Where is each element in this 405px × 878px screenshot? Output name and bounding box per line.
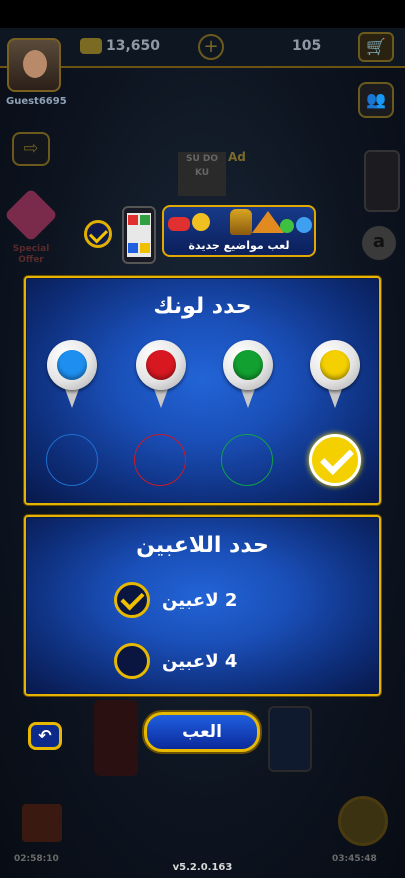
coin-count: 13,650 [106, 38, 161, 54]
pharaoh-icon [230, 209, 252, 235]
status-bar [0, 0, 405, 28]
pyramid-icon [252, 211, 284, 233]
red-pin-icon[interactable] [136, 340, 186, 408]
version-label: v5.2.0.163 [172, 862, 233, 873]
phone-icon [122, 206, 156, 264]
spin-wheel-icon [338, 796, 388, 846]
choose-players-title: حدد اللاعبين [136, 533, 269, 558]
pin-dot [57, 350, 87, 380]
username: Guest6695 [6, 96, 67, 107]
pin-dot [320, 350, 350, 380]
four-players-label[interactable]: 4 لاعبين [162, 651, 237, 672]
sudoku-ad-tile: SU DO KU [178, 152, 226, 196]
friends-icon: 👥 [358, 82, 394, 118]
pin-dot [146, 350, 176, 380]
blue-pin-icon[interactable] [47, 340, 97, 408]
board-red-square [128, 215, 138, 225]
dice-icon [94, 700, 138, 776]
candy-icon [168, 217, 190, 231]
board-yellow-square [140, 243, 150, 253]
promo-checkbox[interactable] [84, 220, 112, 248]
side-tile [268, 706, 312, 772]
coins-icon [80, 38, 102, 54]
gift-icon [22, 804, 62, 842]
back-arrow-icon[interactable]: ↶ [28, 722, 62, 750]
choose-players-panel: حدد اللاعبين 2 لاعبين 4 لاعبين [24, 515, 381, 696]
phone-screen [127, 213, 151, 257]
red-color-radio[interactable] [134, 434, 186, 486]
avatar [7, 38, 61, 92]
yellow-pin-icon[interactable] [310, 340, 360, 408]
blue-monster-icon [296, 217, 312, 233]
special-offer: Special Offer [4, 188, 58, 272]
two-players-radio[interactable] [114, 582, 150, 618]
avatar-face [23, 50, 47, 78]
green-pin-icon[interactable] [223, 340, 273, 408]
board-blue-square [128, 243, 138, 253]
blue-color-radio[interactable] [46, 434, 98, 486]
green-color-radio[interactable] [221, 434, 273, 486]
choose-color-panel: حدد لونك [24, 276, 381, 505]
green-monster-icon [280, 219, 294, 233]
gem-count: 105 [292, 38, 322, 54]
yellow-color-selected-check-icon[interactable] [309, 434, 361, 486]
shop-cart-icon: 🛒 [358, 32, 394, 62]
amazon-icon: a [362, 226, 396, 260]
new-themes-label: لعب مواضيع جديدة [188, 239, 290, 252]
side-ad-tile [364, 150, 400, 212]
new-themes-banner[interactable]: لعب مواضيع جديدة [162, 205, 316, 257]
play-button[interactable]: العب [144, 712, 260, 752]
special-offer-label: Special Offer [12, 244, 50, 265]
choose-color-title: حدد لونك [153, 294, 252, 319]
ad-label: Ad [228, 150, 246, 164]
special-offer-icon [4, 188, 58, 242]
exit-icon: ⇨ [12, 132, 50, 166]
two-players-label[interactable]: 2 لاعبين [162, 590, 237, 611]
flower-icon [192, 213, 210, 231]
board-green-square [140, 215, 150, 225]
pin-dot [233, 350, 263, 380]
four-players-radio[interactable] [114, 643, 150, 679]
add-coins-button: + [198, 34, 224, 60]
